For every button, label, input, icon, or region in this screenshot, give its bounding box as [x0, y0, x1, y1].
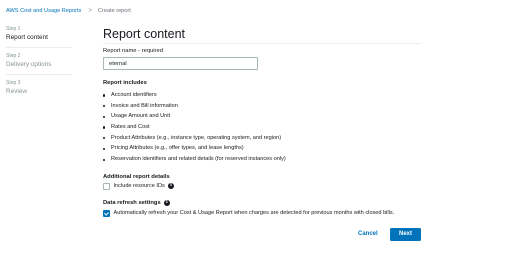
bullet-icon — [103, 105, 106, 108]
step-name: Review — [6, 88, 27, 95]
list-item: Rates and Cost — [103, 122, 286, 133]
auto-refresh-checkbox[interactable] — [103, 210, 110, 217]
list-item: Invoice and Bill information — [103, 101, 286, 112]
wizard-steps: Step 1 Report content Step 2 Delivery op… — [6, 26, 72, 106]
step-name: Delivery options — [6, 61, 52, 68]
report-includes-list: Account identifiers Invoice and Bill inf… — [103, 90, 286, 165]
next-button[interactable]: Next — [390, 228, 421, 241]
info-icon[interactable]: i — [163, 200, 171, 207]
breadcrumb-current: Create report — [97, 8, 131, 14]
bullet-icon — [103, 115, 106, 118]
report-includes-heading: Report includes — [103, 80, 147, 86]
step-review: Step 3 Review — [6, 80, 72, 101]
step-number: Step 1 — [6, 26, 21, 32]
title-divider — [103, 43, 421, 44]
bullet-icon — [103, 158, 106, 161]
cancel-button[interactable]: Cancel — [350, 228, 386, 241]
info-icon[interactable]: i — [167, 183, 175, 190]
include-resource-ids-label[interactable]: Include resource IDs — [114, 183, 165, 189]
breadcrumb-separator-icon: > — [88, 8, 92, 14]
list-item: Account identifiers — [103, 90, 286, 101]
breadcrumb: AWS Cost and Usage Reports > Create repo… — [6, 7, 131, 15]
bullet-icon — [103, 126, 106, 129]
step-name: Report content — [6, 34, 48, 41]
list-item: Product Attributes (e.g., instance type,… — [103, 133, 286, 144]
breadcrumb-link-cost-usage-reports[interactable]: AWS Cost and Usage Reports — [6, 7, 81, 15]
list-item: Usage Amount and Unit — [103, 111, 286, 122]
bullet-icon — [103, 147, 106, 151]
include-resource-ids-row: Include resource IDs i — [103, 183, 175, 190]
include-resource-ids-checkbox[interactable] — [103, 183, 110, 190]
list-item: Pricing Attributes (e.g., offer types, a… — [103, 143, 286, 154]
data-refresh-heading: Data refresh settings i — [103, 200, 171, 207]
bullet-icon — [103, 94, 106, 97]
step-delivery-options: Step 2 Delivery options — [6, 53, 72, 75]
report-name-label: Report name - required — [103, 48, 163, 54]
main-content: Report content — [103, 26, 423, 44]
auto-refresh-label[interactable]: Automatically refresh your Cost & Usage … — [114, 210, 395, 216]
step-report-content: Step 1 Report content — [6, 26, 72, 48]
list-item: Reservation identifiers and related deta… — [103, 154, 286, 165]
step-number: Step 2 — [6, 53, 21, 59]
auto-refresh-row: Automatically refresh your Cost & Usage … — [103, 210, 394, 217]
page-title: Report content — [103, 27, 185, 41]
additional-details-heading: Additional report details — [103, 174, 170, 180]
bullet-icon — [103, 137, 106, 140]
report-name-input[interactable] — [103, 57, 258, 70]
data-refresh-heading-text: Data refresh settings — [103, 200, 161, 207]
step-number: Step 3 — [6, 80, 21, 86]
